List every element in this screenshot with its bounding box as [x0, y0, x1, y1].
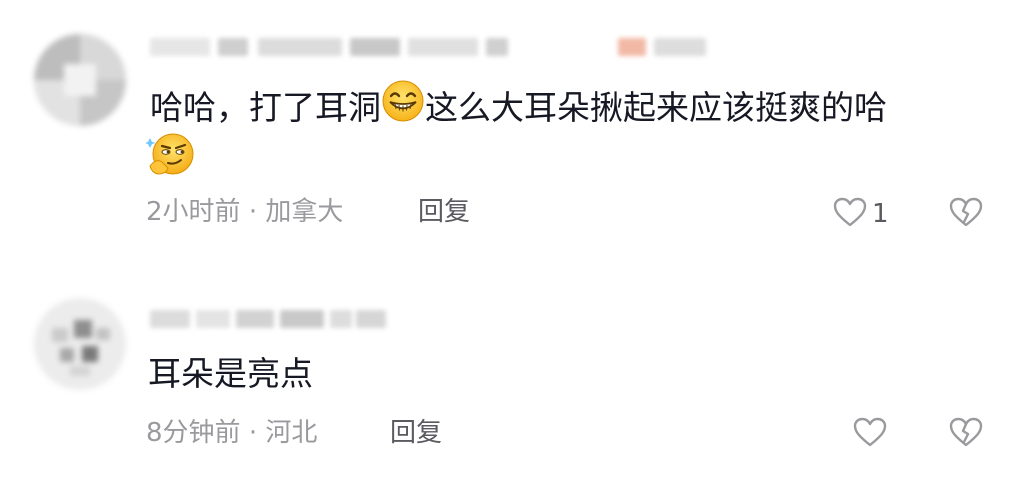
avatar[interactable]: [34, 298, 126, 390]
comment-item: 耳朵是亮点 8分钟前 · 河北 回复: [0, 270, 1024, 496]
reply-button[interactable]: 回复: [418, 195, 470, 229]
avatar[interactable]: [34, 34, 126, 126]
username-blurred[interactable]: [150, 304, 390, 334]
like-button[interactable]: [852, 416, 888, 452]
comment-meta: 8分钟前 · 河北: [146, 416, 317, 450]
comment-text-part2: 这么大耳朵揪起来应该挺爽的哈: [425, 88, 887, 127]
heart-outline-icon: [832, 196, 868, 232]
comment-time: 2小时前: [146, 197, 241, 227]
meta-separator: ·: [248, 197, 258, 227]
comment-text-part1: 哈哈，打了耳洞: [150, 88, 381, 127]
reply-button[interactable]: 回复: [390, 416, 442, 450]
like-count: 1: [872, 199, 889, 229]
comment-text: 耳朵是亮点: [148, 354, 313, 393]
comment-meta: 2小时前 · 加拿大: [146, 195, 343, 229]
heart-outline-icon: [852, 416, 888, 452]
comment-time: 8分钟前: [146, 418, 241, 448]
meta-separator: ·: [248, 418, 258, 448]
comment-item: 哈哈，打了耳洞 这么大耳朵揪起来应该挺爽的哈 2小时前 · 加拿大 回复 1: [0, 0, 1024, 270]
username-blurred[interactable]: [150, 32, 706, 62]
dislike-button[interactable]: [948, 416, 984, 452]
like-button[interactable]: 1: [832, 196, 889, 232]
comment-location: 河北: [265, 418, 318, 448]
smirk-emoji-icon: [144, 130, 196, 182]
broken-heart-icon: [948, 197, 984, 232]
dislike-button[interactable]: [948, 196, 984, 232]
comment-text: 哈哈，打了耳洞 这么大耳朵揪起来应该挺爽的哈: [150, 79, 887, 137]
broken-heart-icon: [948, 417, 984, 452]
grin-emoji-icon: [381, 79, 425, 134]
comment-location: 加拿大: [265, 197, 344, 227]
